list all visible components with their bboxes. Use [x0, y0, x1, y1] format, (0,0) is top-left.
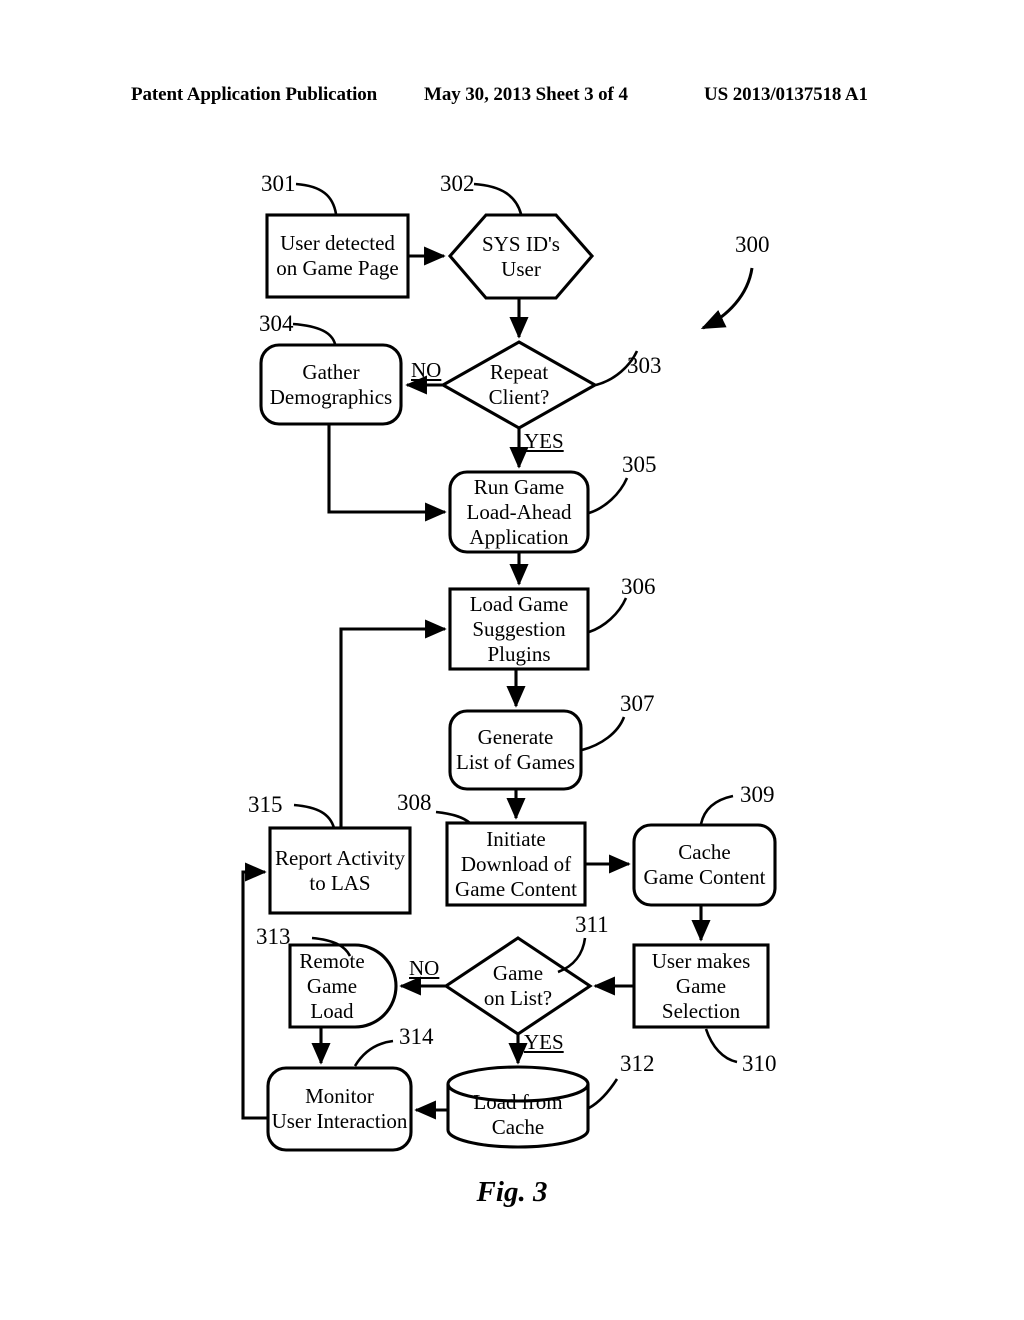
- lead-line-308: [435, 810, 471, 825]
- edge-314-to-315: [241, 862, 268, 1120]
- lead-line-302: [473, 182, 523, 215]
- ref-num-315: 315: [248, 792, 283, 817]
- lead-line-306: [588, 597, 628, 634]
- ref-num-303: 303: [627, 353, 662, 378]
- ref-num-302: 302: [440, 171, 475, 196]
- lead-line-300-arrow: [700, 267, 754, 330]
- lead-line-307: [581, 716, 626, 752]
- ref-num-306: 306: [621, 574, 656, 599]
- node-311-shape: [443, 936, 593, 1036]
- lead-line-304: [292, 322, 337, 345]
- ref-num-301: 301: [261, 171, 296, 196]
- node-312-shape-body: [446, 1084, 590, 1149]
- flowchart-canvas: [241, 182, 777, 1152]
- node-310-shape: [632, 943, 770, 1029]
- ref-num-307: 307: [620, 691, 655, 716]
- node-304-shape: [259, 343, 403, 426]
- node-314-shape: [266, 1066, 413, 1152]
- edge-304-to-305: [327, 424, 447, 522]
- lead-line-315: [293, 803, 336, 829]
- lead-line-313: [311, 936, 352, 957]
- ref-num-310: 310: [742, 1051, 777, 1076]
- ref-num-313: 313: [256, 924, 291, 949]
- edge-label-yes-repeat-client: YES: [524, 429, 564, 453]
- figure-3-flowchart: User detected on Game Page SYS ID's User…: [0, 0, 1024, 1320]
- node-307-shape: [448, 709, 583, 791]
- ref-num-305: 305: [622, 452, 657, 477]
- figure-caption: Fig. 3: [476, 1176, 548, 1208]
- ref-num-312: 312: [620, 1051, 655, 1076]
- lead-line-312: [588, 1078, 619, 1110]
- lead-line-301: [295, 182, 338, 215]
- node-312-shape-top: [446, 1065, 590, 1103]
- edge-label-no-game-on-list: NO: [409, 956, 440, 980]
- node-302-shape: [447, 213, 595, 300]
- ref-num-314: 314: [399, 1024, 434, 1049]
- node-306-shape: [448, 587, 590, 671]
- node-315-shape: [268, 826, 412, 915]
- lead-line-309: [699, 794, 734, 825]
- ref-num-300: 300: [735, 232, 770, 257]
- node-313-shape: [288, 943, 398, 1029]
- lead-line-310: [704, 1028, 738, 1064]
- edge-label-yes-game-on-list: YES: [524, 1030, 564, 1054]
- ref-num-311: 311: [575, 912, 609, 937]
- node-309-shape: [632, 823, 777, 907]
- edge-label-no-repeat-client: NO: [411, 358, 442, 382]
- ref-num-304: 304: [259, 311, 294, 336]
- node-308-shape: [445, 821, 587, 907]
- node-301-shape: [265, 213, 410, 299]
- ref-num-309: 309: [740, 782, 775, 807]
- node-305-shape: [448, 470, 590, 554]
- lead-line-314: [353, 1039, 394, 1067]
- node-303-shape: [439, 340, 599, 430]
- lead-line-305: [588, 477, 629, 515]
- ref-num-308: 308: [397, 790, 432, 815]
